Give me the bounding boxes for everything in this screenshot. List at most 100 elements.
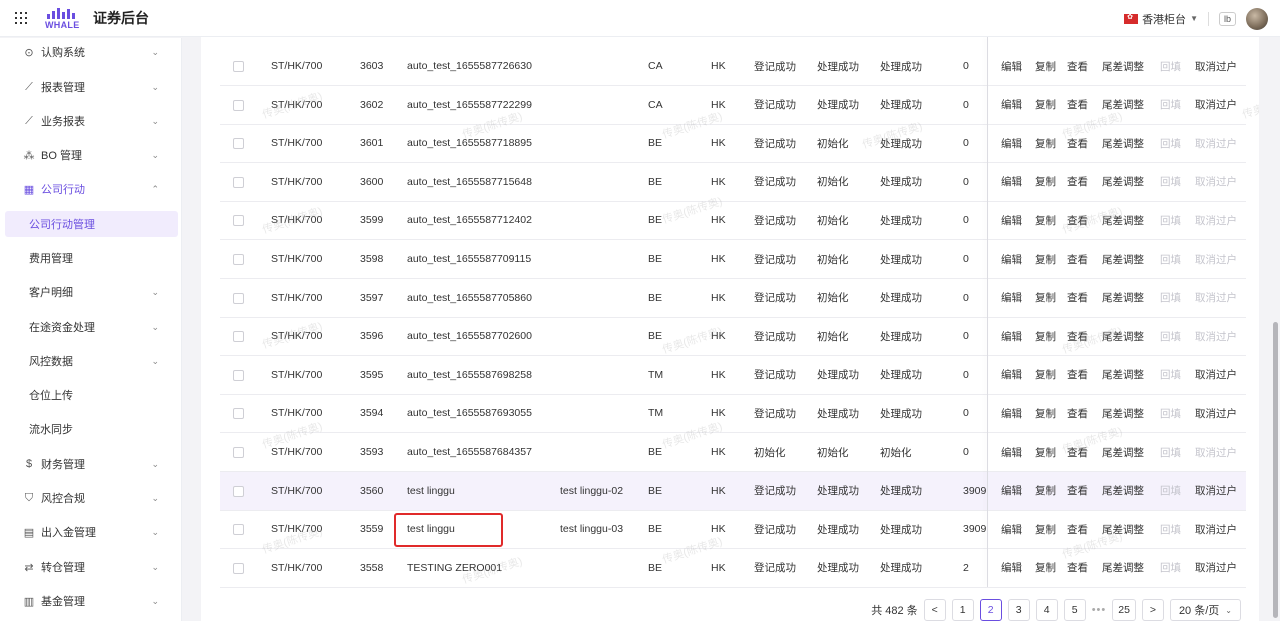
row-checkbox[interactable] — [233, 408, 244, 420]
cancel-transfer-link[interactable]: 取消过户 — [1195, 97, 1237, 112]
view-link[interactable]: 查看 — [1067, 445, 1088, 460]
name-link[interactable]: auto_test_1655587718895 — [407, 137, 532, 149]
sidebar-item[interactable]: 风控数据 ⌄ — [0, 348, 181, 374]
adjust-link[interactable]: 尾差调整 — [1102, 483, 1144, 498]
view-link[interactable]: 查看 — [1067, 213, 1088, 228]
view-link[interactable]: 查看 — [1067, 406, 1088, 421]
name-link[interactable]: auto_test_1655587726630 — [407, 60, 532, 72]
edit-link[interactable]: 编辑 — [1001, 483, 1022, 498]
page-button-current[interactable]: 2 — [979, 599, 1002, 621]
sidebar-item[interactable]: ▦ 公司行动 ⌃ — [0, 176, 181, 202]
edit-link[interactable]: 编辑 — [1001, 174, 1022, 189]
edit-link[interactable]: 编辑 — [1001, 252, 1022, 267]
sidebar-item[interactable]: ⟋ 业务报表 ⌄ — [0, 108, 181, 134]
cancel-transfer-link[interactable]: 取消过户 — [1195, 406, 1237, 421]
copy-link[interactable]: 复制 — [1035, 59, 1056, 74]
prev-page-button[interactable]: < — [923, 599, 946, 621]
row-checkbox[interactable] — [233, 61, 244, 72]
name-link[interactable]: auto_test_1655587698258 — [407, 369, 532, 381]
name-link[interactable]: auto_test_1655587709115 — [407, 253, 531, 265]
copy-link[interactable]: 复制 — [1035, 522, 1056, 537]
sidebar-item[interactable]: ⁂ BO 管理 ⌄ — [0, 142, 181, 168]
cancel-transfer-link[interactable]: 取消过户 — [1195, 367, 1237, 382]
avatar[interactable] — [1246, 7, 1268, 30]
copy-link[interactable]: 复制 — [1035, 367, 1056, 382]
row-checkbox[interactable] — [233, 176, 244, 188]
adjust-link[interactable]: 尾差调整 — [1102, 252, 1144, 267]
copy-link[interactable]: 复制 — [1035, 174, 1056, 189]
page-button[interactable]: 4 — [1035, 599, 1058, 621]
edit-link[interactable]: 编辑 — [1001, 560, 1022, 575]
next-page-button[interactable]: > — [1141, 599, 1164, 621]
region-selector[interactable]: 香港柜台 ▼ — [1124, 11, 1198, 27]
name-link[interactable]: test linggu — [407, 485, 455, 497]
adjust-link[interactable]: 尾差调整 — [1102, 136, 1144, 151]
sidebar-item[interactable]: ⛉ 风控合规 ⌄ — [0, 485, 181, 511]
edit-link[interactable]: 编辑 — [1001, 97, 1022, 112]
page-button[interactable]: 3 — [1007, 599, 1030, 621]
adjust-link[interactable]: 尾差调整 — [1102, 97, 1144, 112]
row-checkbox[interactable] — [233, 562, 244, 574]
sidebar-item[interactable]: ⊙ 认购系统 ⌄ — [0, 39, 181, 65]
copy-link[interactable]: 复制 — [1035, 329, 1056, 344]
edit-link[interactable]: 编辑 — [1001, 136, 1022, 151]
row-checkbox[interactable] — [233, 331, 244, 343]
adjust-link[interactable]: 尾差调整 — [1102, 406, 1144, 421]
view-link[interactable]: 查看 — [1067, 174, 1088, 189]
view-link[interactable]: 查看 — [1067, 560, 1088, 575]
app-grid-icon[interactable] — [15, 11, 29, 25]
view-link[interactable]: 查看 — [1067, 252, 1088, 267]
sidebar-item[interactable]: 仓位上传 — [0, 382, 181, 408]
name-link[interactable]: auto_test_1655587722299 — [407, 99, 532, 111]
sidebar-item[interactable]: ⟋ 报表管理 ⌄ — [0, 74, 181, 100]
name-link[interactable]: auto_test_1655587712402 — [407, 214, 532, 226]
edit-link[interactable]: 编辑 — [1001, 213, 1022, 228]
cancel-transfer-link[interactable]: 取消过户 — [1195, 483, 1237, 498]
edit-link[interactable]: 编辑 — [1001, 59, 1022, 74]
copy-link[interactable]: 复制 — [1035, 252, 1056, 267]
cancel-transfer-link[interactable]: 取消过户 — [1195, 59, 1237, 74]
name-link[interactable]: auto_test_1655587693055 — [407, 407, 532, 419]
view-link[interactable]: 查看 — [1067, 59, 1088, 74]
row-checkbox[interactable] — [233, 369, 244, 381]
view-link[interactable]: 查看 — [1067, 329, 1088, 344]
name-link[interactable]: auto_test_1655587684357 — [407, 446, 532, 458]
page-button[interactable]: 5 — [1063, 599, 1086, 621]
view-link[interactable]: 查看 — [1067, 483, 1088, 498]
view-link[interactable]: 查看 — [1067, 136, 1088, 151]
adjust-link[interactable]: 尾差调整 — [1102, 445, 1144, 460]
cancel-transfer-link[interactable]: 取消过户 — [1195, 560, 1237, 575]
row-checkbox[interactable] — [233, 447, 244, 458]
adjust-link[interactable]: 尾差调整 — [1102, 213, 1144, 228]
view-link[interactable]: 查看 — [1067, 290, 1088, 305]
adjust-link[interactable]: 尾差调整 — [1102, 290, 1144, 305]
sidebar-item[interactable]: 流水同步 — [0, 416, 181, 442]
copy-link[interactable]: 复制 — [1035, 213, 1056, 228]
edit-link[interactable]: 编辑 — [1001, 406, 1022, 421]
copy-link[interactable]: 复制 — [1035, 290, 1056, 305]
sidebar-item[interactable]: $ 财务管理 ⌄ — [0, 451, 181, 477]
copy-link[interactable]: 复制 — [1035, 560, 1056, 575]
edit-link[interactable]: 编辑 — [1001, 290, 1022, 305]
name-link[interactable]: auto_test_1655587705860 — [407, 292, 532, 304]
row-checkbox[interactable] — [233, 292, 244, 304]
page-size-select[interactable]: 20 条/页 ⌄ — [1169, 599, 1241, 621]
sidebar-item[interactable]: 客户明细 ⌄ — [0, 279, 181, 305]
row-checkbox[interactable] — [233, 138, 244, 150]
edit-link[interactable]: 编辑 — [1001, 329, 1022, 344]
sidebar-item[interactable]: 费用管理 — [0, 245, 181, 271]
row-checkbox[interactable] — [233, 485, 244, 497]
page-scrollbar[interactable] — [1273, 322, 1278, 618]
adjust-link[interactable]: 尾差调整 — [1102, 367, 1144, 382]
edit-link[interactable]: 编辑 — [1001, 367, 1022, 382]
sidebar-item[interactable]: ⇄ 转仓管理 ⌄ — [0, 554, 181, 580]
edit-link[interactable]: 编辑 — [1001, 522, 1022, 537]
row-checkbox[interactable] — [233, 254, 244, 265]
adjust-link[interactable]: 尾差调整 — [1102, 59, 1144, 74]
copy-link[interactable]: 复制 — [1035, 97, 1056, 112]
view-link[interactable]: 查看 — [1067, 97, 1088, 112]
sidebar-item[interactable]: 公司行动管理 — [5, 211, 178, 237]
sidebar-item[interactable]: ▤ 出入金管理 ⌄ — [0, 519, 181, 545]
last-page-button[interactable]: 25 — [1112, 599, 1136, 621]
name-link[interactable]: auto_test_1655587702600 — [407, 330, 532, 342]
